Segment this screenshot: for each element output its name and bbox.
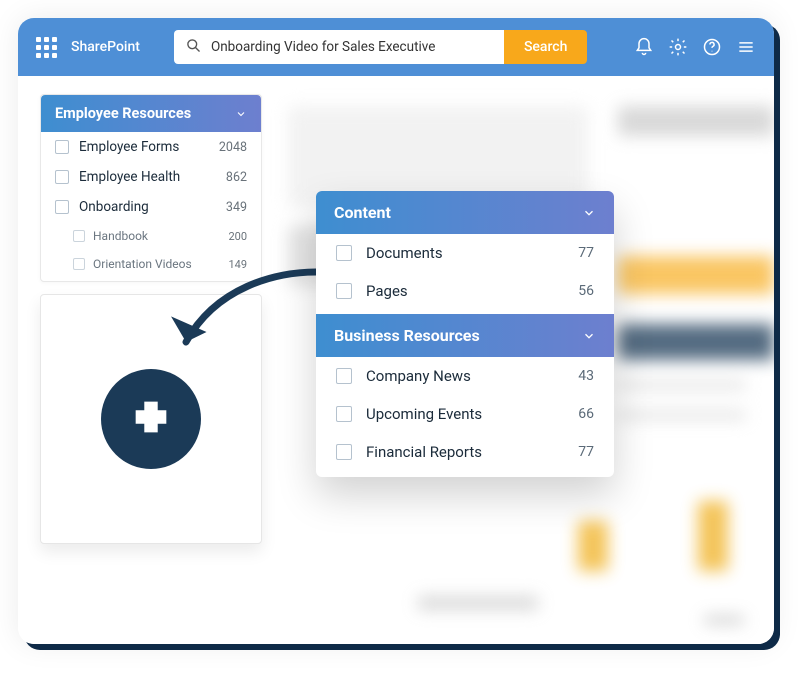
refiner-item[interactable]: Pages 56 [316, 272, 614, 314]
refiner-count: 149 [228, 258, 247, 271]
app-window: SharePoint Search [18, 18, 774, 644]
refiner-item[interactable]: Employee Forms 2048 [41, 132, 261, 162]
checkbox[interactable] [55, 200, 69, 214]
menu-icon[interactable] [736, 37, 756, 57]
checkbox[interactable] [73, 258, 85, 270]
checkbox[interactable] [336, 444, 352, 460]
checkbox[interactable] [336, 245, 352, 261]
gear-icon[interactable] [668, 37, 688, 57]
refiner-count: 862 [226, 170, 247, 185]
refiner-label: Financial Reports [366, 443, 578, 461]
search-input[interactable] [211, 39, 492, 55]
refiner-label: Documents [366, 244, 578, 262]
refiner-popup: Content Documents 77 Pages 56 Business R… [316, 191, 614, 477]
refiner-count: 56 [578, 283, 594, 299]
add-button[interactable] [101, 369, 201, 469]
refiner-count: 77 [578, 444, 594, 460]
chevron-down-icon [582, 206, 596, 220]
search-button[interactable]: Search [504, 30, 587, 64]
search-box[interactable] [174, 30, 504, 64]
refiner-subitem[interactable]: Orientation Videos 149 [41, 250, 261, 281]
help-icon[interactable] [702, 37, 722, 57]
refiner-label: Onboarding [79, 199, 226, 215]
refiner-item[interactable]: Documents 77 [316, 234, 614, 272]
checkbox[interactable] [55, 140, 69, 154]
checkbox[interactable] [336, 283, 352, 299]
refiner-label: Employee Forms [79, 139, 219, 155]
checkbox[interactable] [336, 406, 352, 422]
chevron-down-icon [582, 329, 596, 343]
refiner-item[interactable]: Employee Health 862 [41, 162, 261, 192]
refiner-label: Upcoming Events [366, 405, 578, 423]
refiner-count: 200 [228, 230, 247, 243]
employee-resources-header[interactable]: Employee Resources [41, 95, 261, 132]
refiner-item[interactable]: Company News 43 [316, 357, 614, 395]
refiner-label: Company News [366, 367, 578, 385]
employee-resources-title: Employee Resources [55, 105, 191, 122]
refiner-item[interactable]: Financial Reports 77 [316, 433, 614, 477]
business-resources-title: Business Resources [334, 326, 480, 345]
checkbox[interactable] [55, 170, 69, 184]
refiner-count: 2048 [219, 140, 247, 155]
refiner-item[interactable]: Onboarding 349 [41, 192, 261, 222]
search-icon [186, 38, 211, 57]
refiner-count: 77 [578, 245, 594, 261]
body-area: Employee Resources Employee Forms 2048 E… [18, 76, 774, 644]
business-resources-header[interactable]: Business Resources [316, 314, 614, 357]
search-wrapper: Search [174, 30, 587, 64]
employee-resources-panel: Employee Resources Employee Forms 2048 E… [40, 94, 262, 282]
top-header: SharePoint Search [18, 18, 774, 76]
plus-icon [128, 394, 174, 444]
refiner-count: 66 [578, 406, 594, 422]
checkbox[interactable] [73, 230, 85, 242]
notifications-icon[interactable] [634, 37, 654, 57]
app-launcher-icon[interactable] [36, 37, 57, 58]
refiner-label: Pages [366, 282, 578, 300]
refiner-count: 43 [578, 368, 594, 384]
refiner-count: 349 [226, 200, 247, 215]
refiner-label: Orientation Videos [93, 257, 228, 271]
refiner-item[interactable]: Upcoming Events 66 [316, 395, 614, 433]
content-section-header[interactable]: Content [316, 191, 614, 234]
content-section-title: Content [334, 203, 391, 222]
refiner-label: Handbook [93, 229, 228, 243]
chevron-down-icon [235, 108, 247, 120]
add-webpart-placeholder [40, 294, 262, 544]
refiner-label: Employee Health [79, 169, 226, 185]
checkbox[interactable] [336, 368, 352, 384]
header-actions [634, 37, 756, 57]
brand-label: SharePoint [71, 39, 140, 55]
refiner-subitem[interactable]: Handbook 200 [41, 222, 261, 250]
